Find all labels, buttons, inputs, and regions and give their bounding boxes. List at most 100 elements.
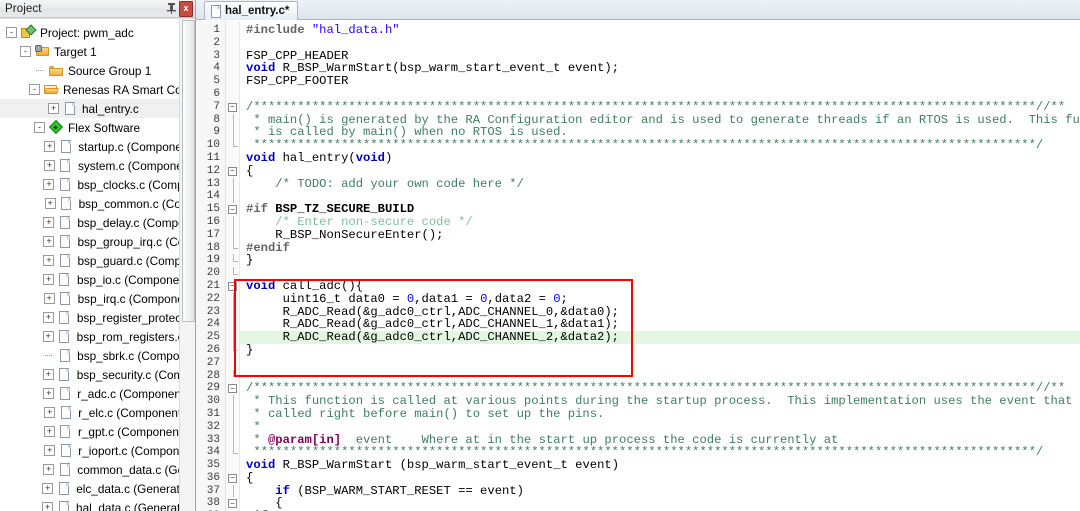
tree-item[interactable]: - Flex Software xyxy=(0,118,195,137)
tree-item[interactable]: - Target 1 xyxy=(0,42,195,61)
tree-item[interactable]: + bsp_guard.c (Componen xyxy=(0,251,195,270)
pin-icon[interactable] xyxy=(164,2,178,16)
fold-marker[interactable]: − xyxy=(226,101,239,114)
fold-marker[interactable]: − xyxy=(226,280,239,293)
code-line[interactable] xyxy=(240,37,1080,50)
tree-toggle-expand[interactable]: + xyxy=(44,141,56,152)
tree-toggle-collapse[interactable]: - xyxy=(34,122,45,133)
tree-item[interactable]: + bsp_clocks.c (Componer xyxy=(0,175,195,194)
code-line[interactable]: /* TODO: add your own code here */ xyxy=(240,177,1080,191)
code-line[interactable]: void hal_entry(void) xyxy=(240,152,1080,165)
line-number: 38 xyxy=(206,497,220,510)
tree-toggle-expand[interactable]: + xyxy=(44,407,56,418)
tree-item[interactable]: + bsp_rom_registers.c (Cor xyxy=(0,327,195,346)
tree-item[interactable]: + bsp_register_protection.c xyxy=(0,308,195,327)
tree-toggle-expand[interactable]: + xyxy=(42,331,54,342)
tree-item[interactable]: + r_ioport.c (Components: xyxy=(0,441,195,460)
code-line[interactable] xyxy=(240,267,1080,280)
fold-collapse-icon[interactable]: − xyxy=(228,384,237,394)
fold-guide-line xyxy=(232,215,234,229)
fold-collapse-icon[interactable]: − xyxy=(228,102,237,112)
fold-marker[interactable]: − xyxy=(226,382,239,395)
tree-toggle-collapse[interactable]: - xyxy=(29,84,40,95)
tree-item[interactable]: bsp_sbrk.c (Components xyxy=(0,346,195,365)
tree-toggle-expand[interactable]: + xyxy=(44,198,56,209)
tree-item[interactable]: + system.c (Components:r xyxy=(0,156,195,175)
code-line[interactable]: #endif xyxy=(240,241,1080,255)
fold-marker[interactable]: − xyxy=(226,497,239,510)
tree-toggle-expand[interactable]: + xyxy=(43,160,55,171)
code-line[interactable]: * called right before main() to set up t… xyxy=(240,408,1080,421)
code-line[interactable] xyxy=(240,357,1080,370)
tree-toggle-collapse[interactable]: - xyxy=(20,46,31,57)
project-tree-scroll[interactable]: - Project: pwm_adc - Target 1 Source Group 1… xyxy=(0,18,195,511)
code-line[interactable]: R_BSP_NonSecureEnter(); xyxy=(240,228,1080,242)
fold-marker[interactable]: − xyxy=(226,165,239,178)
fold-marker xyxy=(226,254,239,267)
close-button[interactable]: x xyxy=(179,0,193,17)
source-code[interactable]: #include "hal_data.h" FSP_CPP_HEADER void… xyxy=(240,21,1080,511)
tree-toggle-expand[interactable]: + xyxy=(43,464,55,475)
fold-collapse-icon[interactable]: − xyxy=(228,473,237,483)
tree-item[interactable]: + startup.c (Components:r xyxy=(0,137,195,156)
c-file-icon xyxy=(60,406,72,419)
tree-item[interactable]: + r_gpt.c (Components:ra) xyxy=(0,422,195,441)
code-line[interactable]: if (BSP_WARM_START_RESET == event) xyxy=(240,484,1080,498)
tab-hal-entry-c[interactable]: hal_entry.c* xyxy=(204,1,299,20)
fold-marker[interactable]: − xyxy=(226,472,239,485)
code-token: * called right before main() to set up t… xyxy=(246,406,605,421)
fold-collapse-icon[interactable]: − xyxy=(228,205,237,215)
tree-toggle-expand[interactable]: + xyxy=(42,274,54,285)
fold-marker[interactable]: − xyxy=(226,203,239,216)
fold-marker xyxy=(226,152,239,165)
code-view[interactable]: 1 2 3 4 5 6 7 8 9 10 11 12 13 14 15 16 17 18 19 20 21 22 23 24 2… xyxy=(196,20,1080,511)
tree-toggle-expand[interactable]: + xyxy=(43,293,55,304)
fold-guide-line xyxy=(232,420,234,434)
tree-toggle-expand[interactable]: + xyxy=(43,236,55,247)
tree-item[interactable]: + hal_data.c (Generated Da xyxy=(0,498,195,511)
tree-item[interactable]: Source Group 1 xyxy=(0,61,195,80)
fold-collapse-icon[interactable]: − xyxy=(228,281,237,291)
tree-item[interactable]: + bsp_delay.c (Component xyxy=(0,213,195,232)
tree-toggle-expand[interactable]: + xyxy=(42,312,54,323)
tree-toggle-expand[interactable]: + xyxy=(42,369,54,380)
code-folding-column[interactable]: −−−−−−−− xyxy=(226,21,240,511)
tree-item-label: hal_entry.c xyxy=(82,101,139,116)
tree-toggle-expand[interactable]: + xyxy=(43,255,55,266)
tree-item[interactable]: + bsp_group_irq.c (Compo xyxy=(0,232,195,251)
tree-item[interactable]: + hal_entry.c xyxy=(0,99,195,118)
tree-toggle-expand[interactable]: + xyxy=(48,103,59,114)
tree-toggle-expand[interactable]: + xyxy=(43,179,55,190)
fold-guide-line xyxy=(232,407,234,421)
tree-toggle-expand[interactable]: + xyxy=(43,217,55,228)
scrollbar-thumb[interactable] xyxy=(182,20,195,322)
tree-item[interactable]: + bsp_irq.c (Components:r xyxy=(0,289,195,308)
code-line[interactable]: } xyxy=(240,344,1080,357)
tree-toggle-collapse[interactable]: - xyxy=(6,27,17,38)
tree-item[interactable]: + elc_data.c (Generated Da xyxy=(0,479,195,498)
tree-item[interactable]: + bsp_security.c (Compone xyxy=(0,365,195,384)
code-line[interactable]: void R_BSP_WarmStart(bsp_warm_start_even… xyxy=(240,62,1080,75)
tree-toggle-expand[interactable]: + xyxy=(43,388,55,399)
line-number: 26 xyxy=(206,343,220,356)
code-line[interactable]: void R_BSP_WarmStart (bsp_warm_start_eve… xyxy=(240,459,1080,472)
fold-collapse-icon[interactable]: − xyxy=(228,499,237,509)
tree-item[interactable]: + bsp_io.c (Components:ra xyxy=(0,270,195,289)
tree-toggle-expand[interactable]: + xyxy=(42,502,54,511)
tree-toggle-expand[interactable]: + xyxy=(44,445,56,456)
tree-item[interactable]: - Project: pwm_adc xyxy=(0,23,195,42)
tree-item[interactable]: + r_adc.c (Components:ra) xyxy=(0,384,195,403)
tree-item[interactable]: + r_elc.c (Components:ra) xyxy=(0,403,195,422)
code-line[interactable]: R_ADC_Read(&g_adc0_ctrl,ADC_CHANNEL_2,&d… xyxy=(240,331,1080,344)
code-line[interactable]: FSP_CPP_FOOTER xyxy=(240,75,1080,88)
fold-end-marker xyxy=(232,139,238,148)
project-tree-scrollbar[interactable] xyxy=(179,19,195,511)
tree-item[interactable]: + bsp_common.c (Compo xyxy=(0,194,195,213)
tree-toggle-expand[interactable]: + xyxy=(43,426,55,437)
tree-item[interactable]: + common_data.c (Genera xyxy=(0,460,195,479)
code-line[interactable]: } xyxy=(240,254,1080,267)
code-line[interactable]: #include "hal_data.h" xyxy=(240,24,1080,37)
tree-toggle-expand[interactable]: + xyxy=(42,483,54,494)
tree-item[interactable]: - Renesas RA Smart Configura xyxy=(0,80,195,99)
fold-collapse-icon[interactable]: − xyxy=(228,166,237,176)
